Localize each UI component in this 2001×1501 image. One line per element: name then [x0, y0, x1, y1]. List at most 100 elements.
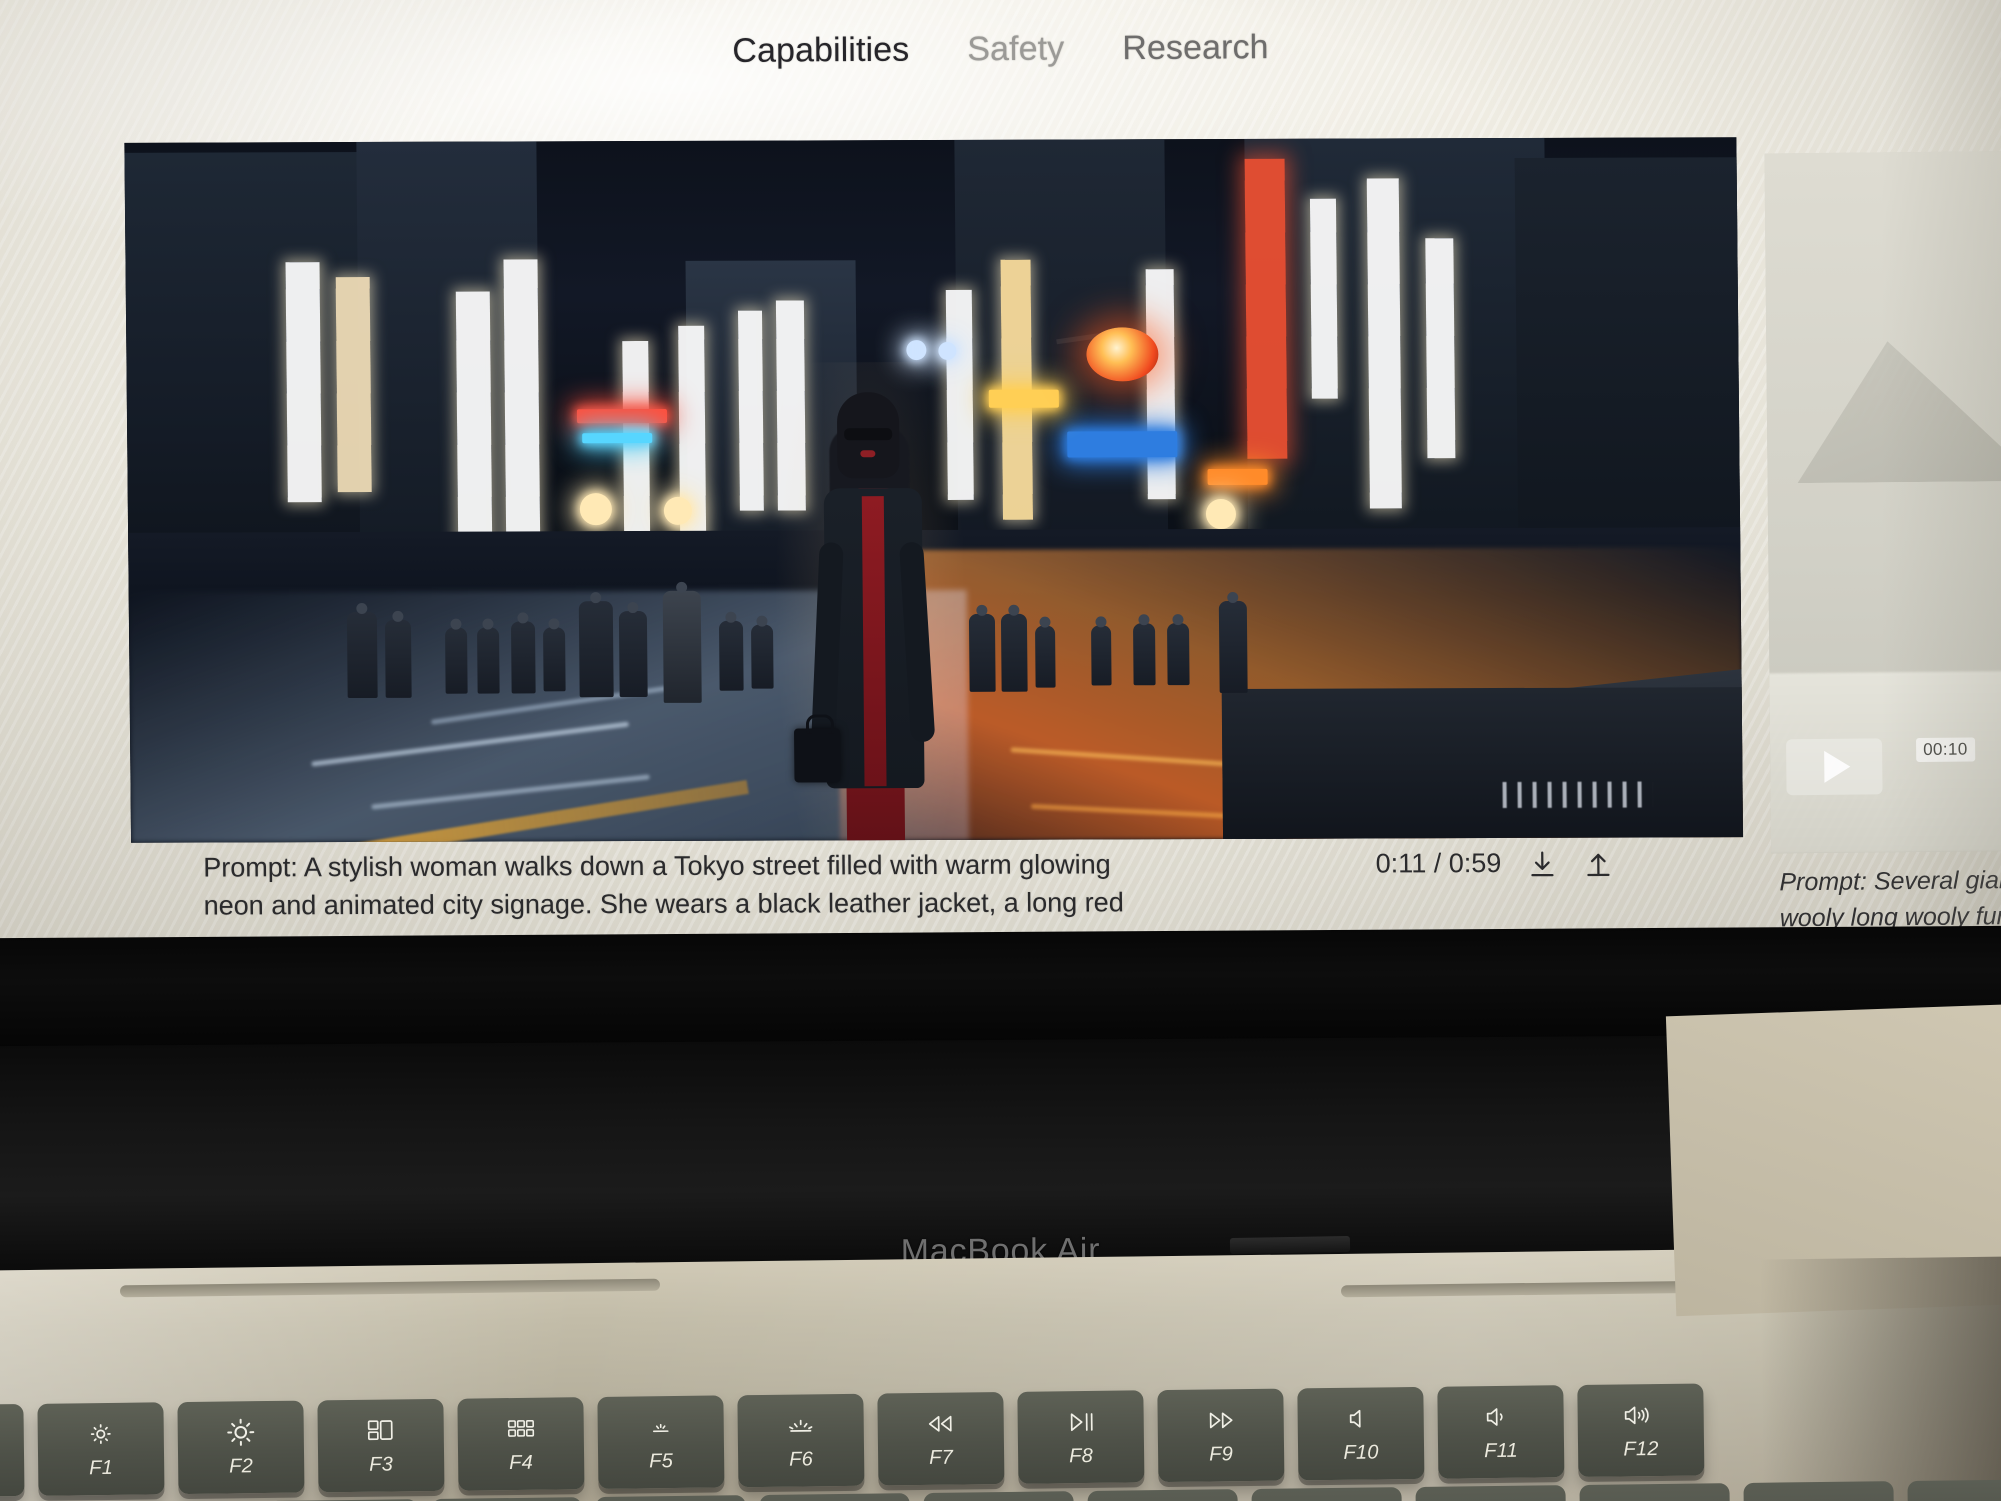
tab-capabilities[interactable]: Capabilities: [732, 31, 909, 71]
pedestrian: [477, 627, 500, 694]
play-icon: [1823, 750, 1850, 783]
key-partial[interactable]: [1415, 1485, 1567, 1501]
brightness-down-icon: [87, 1418, 115, 1448]
street-lamp-5: [938, 341, 957, 360]
video-caption-row: Prompt: A stylish woman walks down a Tok…: [131, 843, 1745, 930]
key-f10[interactable]: F10: [1297, 1386, 1425, 1481]
video-scrub-marks: [1502, 781, 1653, 809]
prompt-text: Prompt: A stylish woman walks down a Tok…: [203, 849, 1124, 930]
mission-control-icon: [366, 1415, 396, 1445]
rewind-icon: [925, 1408, 957, 1438]
pedestrian: [346, 611, 378, 699]
player-controls: 0:11 / 0:59: [1376, 843, 1744, 879]
pedestrian: [1218, 600, 1248, 694]
key-label-f4: F4: [509, 1451, 534, 1474]
signboard-14: [1425, 238, 1456, 459]
keyboard-backlight-up-icon: [784, 1410, 818, 1440]
key-label-f10: F10: [1343, 1440, 1379, 1464]
pedestrian: [618, 611, 648, 698]
key-label-f2: F2: [229, 1454, 254, 1477]
video-thumbnail-next[interactable]: 00:10: [1764, 150, 2001, 854]
browser-page: Capabilities Safety Research Prompt: A s…: [0, 0, 2001, 930]
video-prompt-caption: Prompt: A stylish woman walks down a Tok…: [131, 845, 1133, 930]
key-f12[interactable]: F12: [1577, 1383, 1705, 1477]
street-lamp-3: [1205, 498, 1237, 530]
signboard-11: [1145, 269, 1176, 500]
play-button[interactable]: [1786, 738, 1883, 796]
key-partial[interactable]: [595, 1495, 747, 1501]
key-f11[interactable]: F11: [1437, 1385, 1565, 1479]
key-f5[interactable]: F5: [597, 1395, 725, 1489]
pedestrian: [1000, 613, 1028, 692]
key-f9[interactable]: F9: [1157, 1388, 1285, 1483]
key-f2[interactable]: F2: [177, 1400, 305, 1495]
key-label-f11: F11: [1483, 1439, 1519, 1462]
video-card-main[interactable]: Prompt: A stylish woman walks down a Tok…: [124, 137, 1744, 930]
key-partial[interactable]: [1907, 1479, 2001, 1501]
pedestrian: [1091, 625, 1112, 686]
sunglasses: [844, 428, 893, 441]
share-icon[interactable]: [1583, 848, 1613, 878]
red-lantern: [1086, 327, 1159, 382]
key-partial[interactable]: [1743, 1481, 1895, 1501]
street-lamp-2: [663, 496, 693, 525]
key-label-f3: F3: [369, 1452, 394, 1476]
pedestrian: [510, 621, 536, 694]
signboard-2: [335, 276, 372, 493]
key-f1[interactable]: F1: [37, 1402, 165, 1496]
video-player[interactable]: [124, 137, 1744, 843]
key-label-f1: F1: [89, 1456, 114, 1479]
key-partial[interactable]: [1579, 1483, 1731, 1501]
key-f8[interactable]: F8: [1017, 1390, 1145, 1484]
hinge-notch: [1229, 1235, 1351, 1255]
key-label-f7: F7: [929, 1446, 954, 1469]
mute-icon: [1347, 1403, 1373, 1433]
key-partial[interactable]: [431, 1497, 583, 1501]
pedestrian: [662, 590, 702, 703]
signboard-12: [1309, 198, 1338, 399]
key-label-f5: F5: [649, 1449, 674, 1472]
brightness-up-icon: [225, 1417, 257, 1447]
pedestrian: [445, 627, 468, 694]
key-partial[interactable]: [923, 1491, 1075, 1501]
subject-woman: [768, 361, 975, 843]
signboard-red-tall: [1244, 158, 1288, 459]
signboard-1: [285, 262, 322, 503]
neon-red-bar: [576, 408, 668, 424]
pedestrian: [750, 624, 774, 689]
key-partial[interactable]: [1251, 1487, 1403, 1501]
key-partial[interactable]: [759, 1493, 911, 1501]
signboard-7: [737, 310, 764, 511]
site-nav: Capabilities Safety Research: [0, 23, 2001, 76]
sidewalk: [1221, 687, 1744, 839]
pedestrian: [718, 620, 744, 691]
video-card-next[interactable]: 00:10 Prompt: Several giant wooly long w…: [1764, 150, 2001, 930]
desk-surface: [1665, 1003, 2001, 1317]
next-prompt-text: Prompt: Several giant wooly long wooly f…: [1779, 866, 2001, 930]
pedestrian: [1133, 623, 1156, 686]
key-partial[interactable]: [1087, 1489, 1239, 1501]
fast-forward-icon: [1205, 1405, 1237, 1435]
key-esc-partial[interactable]: esc: [0, 1403, 25, 1498]
tab-research[interactable]: Research: [1122, 28, 1269, 68]
pedestrian: [578, 601, 614, 698]
video-timestamp: 0:11 / 0:59: [1375, 848, 1502, 879]
handbag: [793, 728, 841, 783]
key-f6[interactable]: F6: [737, 1393, 865, 1488]
key-f7[interactable]: F7: [877, 1392, 1005, 1486]
key-f4[interactable]: F4: [457, 1397, 585, 1491]
lips: [860, 450, 876, 458]
duration-badge: 00:10: [1916, 737, 1975, 763]
neon-blue-bar: [1067, 431, 1178, 458]
pedestrian: [543, 627, 566, 692]
keyboard-backlight-down-icon: [646, 1412, 676, 1442]
key-label-f9: F9: [1208, 1442, 1234, 1466]
tab-safety[interactable]: Safety: [967, 30, 1064, 70]
neon-orange-bar: [1207, 468, 1268, 486]
street-lamp-1: [579, 493, 613, 526]
next-video-caption: Prompt: Several giant wooly long wooly f…: [1779, 862, 2001, 930]
download-icon[interactable]: [1527, 848, 1557, 878]
key-f3[interactable]: F3: [317, 1398, 445, 1493]
key-label-f8: F8: [1068, 1444, 1094, 1467]
pedestrian: [384, 619, 412, 698]
